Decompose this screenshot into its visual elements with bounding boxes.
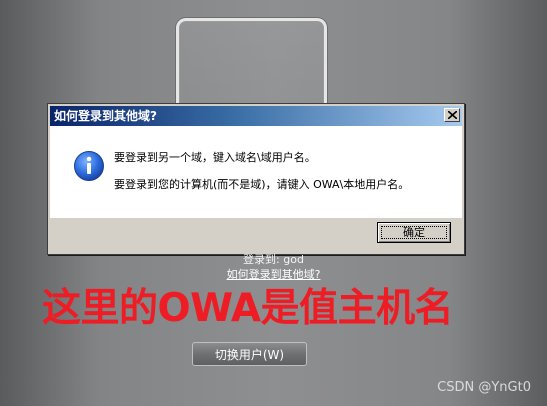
other-domain-help-link[interactable]: 如何登录到其他域? — [227, 268, 321, 281]
info-icon — [74, 151, 104, 181]
dialog-title: 如何登录到其他域? — [54, 109, 157, 123]
dialog-message-line1: 要登录到另一个域，键入域名\域用户名。 — [114, 151, 316, 164]
close-icon — [448, 111, 457, 119]
help-dialog: 如何登录到其他域? 要登录到另一个域，键入域名\域用户名。 要登录到您的计算机(… — [47, 103, 465, 255]
ok-button[interactable]: 确定 — [377, 222, 451, 243]
login-to-label: 登录到: god — [243, 253, 304, 266]
watermark: CSDN @YnGt0 — [437, 380, 531, 395]
ok-button-label: 确定 — [403, 226, 425, 239]
switch-user-button[interactable]: 切换用户(W) — [192, 342, 307, 366]
close-button[interactable] — [444, 108, 460, 122]
dialog-titlebar[interactable]: 如何登录到其他域? — [50, 106, 462, 126]
dialog-body: 要登录到另一个域，键入域名\域用户名。 要登录到您的计算机(而不是域)，请键入 … — [50, 126, 462, 218]
annotation-text: 这里的OWA是值主机名 — [42, 286, 454, 331]
dialog-message-line2: 要登录到您的计算机(而不是域)，请键入 OWA\本地用户名。 — [114, 178, 410, 191]
other-domain-help-link-row: 如何登录到其他域? — [0, 268, 547, 282]
